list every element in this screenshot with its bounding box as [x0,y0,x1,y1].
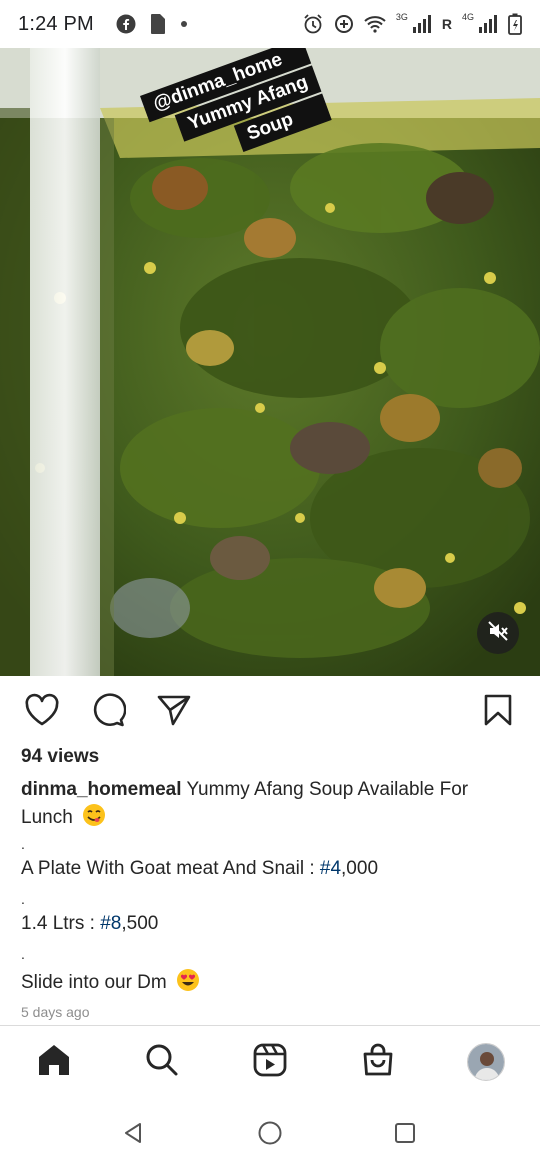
reels-icon [253,1043,287,1082]
yum-emoji-icon [82,803,106,827]
mute-button[interactable] [477,612,519,654]
caption-line-litres: 1.4 Ltrs : #8,500 [21,913,158,935]
network-4g-label: 4G [461,12,474,22]
network-3g-label: 3G [395,12,408,22]
signal-icon [412,15,432,33]
caption-username[interactable]: dinma_homemeal [21,779,182,800]
hashtag-link[interactable]: #8 [100,913,121,934]
dot-icon [180,20,188,28]
nav-search[interactable] [140,1040,184,1084]
search-icon [145,1043,179,1082]
caption-dot: . [21,946,25,962]
data-saver-icon [334,14,354,34]
hashtag-link[interactable]: #4 [320,858,341,879]
notification-icons [116,13,188,35]
bookmark-icon [483,693,513,732]
heart-eyes-emoji-icon [176,968,200,992]
caption: dinma_homemeal Yummy Afang Soup Availabl… [21,776,521,831]
alarm-icon [302,13,324,35]
system-home-button[interactable] [255,1120,285,1150]
price-value: ,000 [341,858,379,879]
sim-card-icon [150,13,166,35]
wifi-icon [364,15,386,33]
caption-text: Slide into our Dm [21,972,167,993]
recents-icon [394,1122,416,1149]
shop-icon [361,1043,395,1082]
nav-shop[interactable] [356,1040,400,1084]
comment-button[interactable] [88,692,128,732]
caption-line-dm: Slide into our Dm [21,968,200,994]
roaming-label: R [441,16,452,32]
facebook-icon [116,14,136,34]
heart-icon [24,693,60,732]
volume-muted-icon [487,620,509,647]
signal-icon [478,15,498,33]
caption-line-plate: A Plate With Goat meat And Snail : #4,00… [21,858,378,880]
view-count[interactable]: 94 views [21,746,99,768]
nav-profile[interactable] [464,1040,508,1084]
price-label: A Plate With Goat meat And Snail : [21,858,320,879]
caption-dot: . [21,836,25,852]
system-back-button[interactable] [118,1120,148,1150]
status-time: 1:24 PM [18,12,94,35]
system-recents-button[interactable] [390,1120,420,1150]
home-icon [36,1043,72,1082]
bottom-nav [0,1026,540,1098]
price-value: ,500 [121,913,159,934]
caption-dot: . [21,891,25,907]
post-media[interactable]: @dinma_home Yummy Afang Soup [0,48,540,676]
status-bar: 1:24 PM 3G R 4G [0,0,540,48]
send-icon [156,693,192,732]
nav-reels[interactable] [248,1040,292,1084]
like-button[interactable] [22,692,62,732]
home-circle-icon [257,1120,283,1151]
comment-icon [90,692,127,733]
profile-avatar [467,1043,505,1081]
system-nav-bar [0,1098,540,1170]
price-label: 1.4 Ltrs : [21,913,101,934]
back-icon [121,1121,145,1150]
post-actions [0,690,540,734]
nav-home[interactable] [32,1040,76,1084]
battery-icon [508,13,522,35]
save-button[interactable] [478,692,518,732]
share-button[interactable] [154,692,194,732]
post-timestamp: 5 days ago [21,1004,90,1020]
system-icons: 3G R 4G [302,12,522,35]
